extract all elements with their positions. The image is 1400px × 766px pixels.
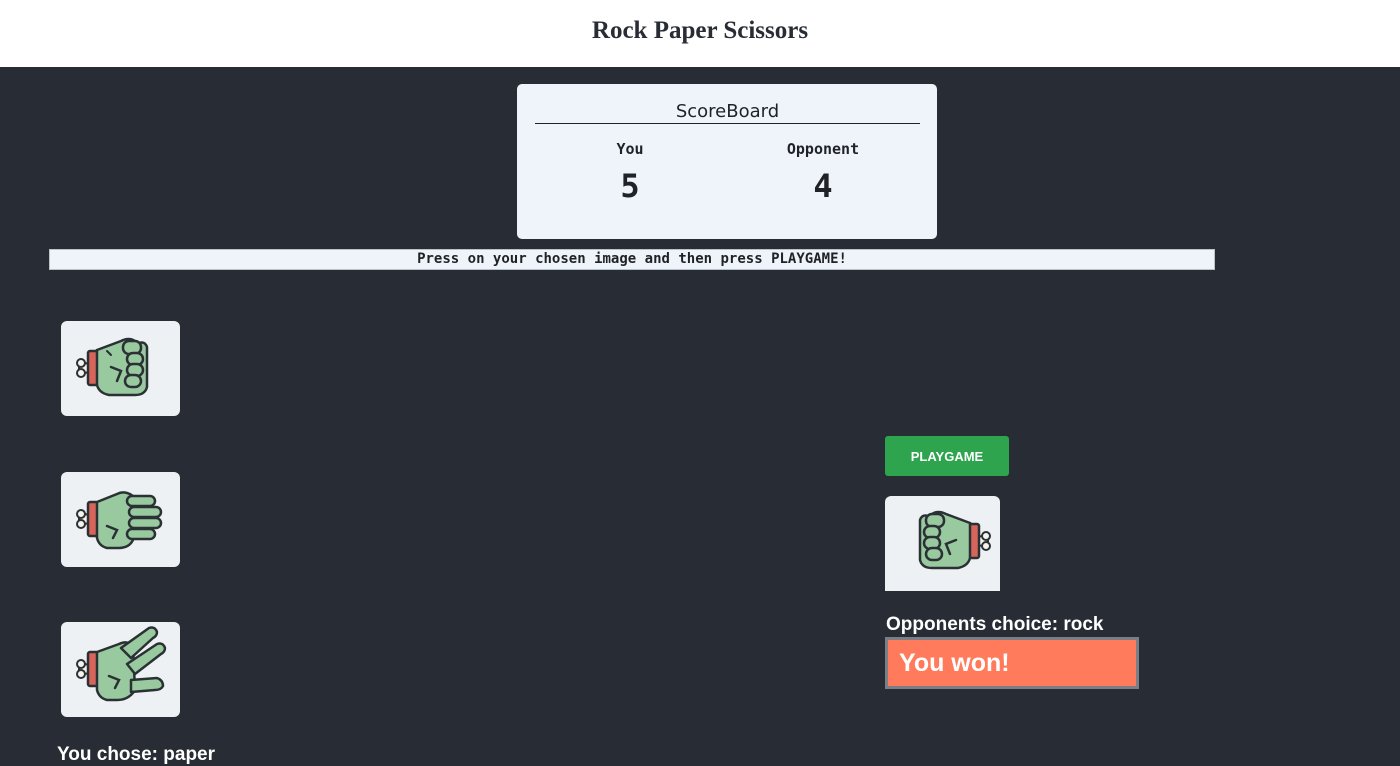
opponent-score-label: Opponent xyxy=(786,140,860,158)
page-header: Rock Paper Scissors xyxy=(0,0,1400,67)
zombie-fist-icon xyxy=(76,337,149,397)
player-score: You 5 xyxy=(560,140,700,204)
zombie-fist-icon xyxy=(918,510,991,570)
scoreboard: ScoreBoard You 5 Opponent 4 xyxy=(517,84,937,239)
choice-scissors-button[interactable] xyxy=(61,622,180,717)
page-title: Rock Paper Scissors xyxy=(591,17,809,44)
player-score-value: 5 xyxy=(620,167,640,205)
player-choice-text: You chose: paper xyxy=(57,744,216,765)
scoreboard-title: ScoreBoard xyxy=(535,101,920,124)
opponent-score: Opponent 4 xyxy=(753,140,893,204)
choice-rock-button[interactable] xyxy=(61,321,180,416)
result-text: You won! xyxy=(899,649,1010,677)
result-banner: You won! xyxy=(885,637,1139,689)
instructions-banner: Press on your chosen image and then pres… xyxy=(49,249,1215,270)
play-game-button[interactable]: PLAYGAME xyxy=(885,436,1009,476)
player-score-label: You xyxy=(616,140,644,158)
zombie-open-hand-icon xyxy=(76,491,163,550)
opponent-score-value: 4 xyxy=(813,167,833,205)
opponent-choice-text: Opponents choice: rock xyxy=(886,614,1104,635)
choice-paper-button[interactable] xyxy=(61,472,180,567)
opponent-choice-image xyxy=(885,496,1000,591)
zombie-peace-hand-icon xyxy=(76,626,167,702)
